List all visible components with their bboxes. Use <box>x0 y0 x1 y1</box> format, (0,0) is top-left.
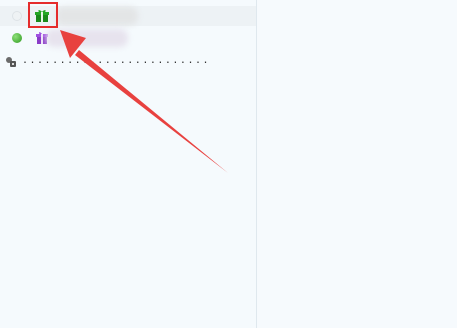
annotation-arrow <box>60 30 228 173</box>
